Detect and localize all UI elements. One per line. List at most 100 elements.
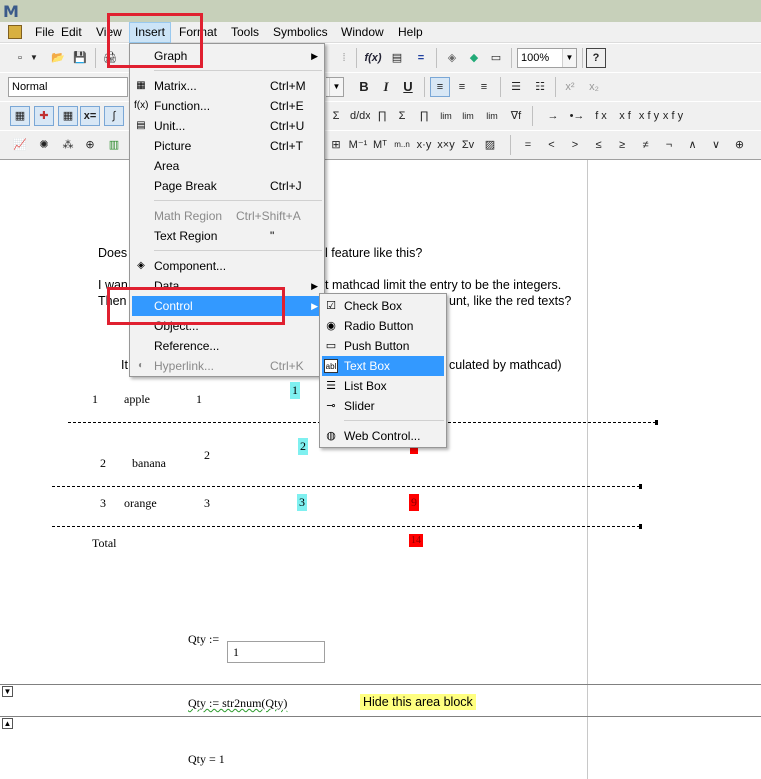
- menu-file[interactable]: File: [30, 22, 59, 43]
- calculate-icon[interactable]: =: [411, 48, 431, 68]
- help-icon[interactable]: ?: [586, 48, 606, 68]
- open-icon[interactable]: 📂: [48, 48, 68, 68]
- vector-field-icon[interactable]: ∇f: [506, 106, 526, 126]
- boolean-op-4[interactable]: ≥: [612, 135, 632, 155]
- zoom-select[interactable]: 100% ▼: [517, 48, 577, 68]
- range-var-icon[interactable]: m..n: [392, 135, 412, 155]
- menu-edit[interactable]: Edit: [56, 22, 87, 43]
- calculator-icon[interactable]: ▦: [10, 106, 30, 126]
- bold-button[interactable]: B: [354, 77, 374, 97]
- limit-right-icon[interactable]: lim: [458, 106, 478, 126]
- boolean-op-1[interactable]: <: [542, 135, 562, 155]
- italic-button[interactable]: I: [376, 77, 396, 97]
- menu-window[interactable]: Window: [336, 22, 389, 43]
- align-center-icon[interactable]: ≡: [452, 77, 472, 97]
- boolean-op-2[interactable]: >: [565, 135, 585, 155]
- resource-icon[interactable]: ◆: [464, 48, 484, 68]
- boolean-op-5[interactable]: ≠: [636, 135, 656, 155]
- window-icon[interactable]: ▭: [486, 48, 506, 68]
- control-item-text-box[interactable]: abl Text Box: [322, 356, 444, 376]
- symbolic-op-0[interactable]: →: [542, 106, 564, 126]
- symbolic-op-4[interactable]: x f y: [638, 106, 660, 126]
- matrix-op-icon[interactable]: ⊞: [326, 135, 346, 155]
- boolean-op-8[interactable]: ∨: [706, 135, 726, 155]
- insert-item-function[interactable]: f(x) Function... Ctrl+E: [132, 96, 322, 116]
- style-select[interactable]: Normal: [8, 77, 128, 97]
- insert-item-text-region[interactable]: Text Region ": [132, 226, 322, 246]
- matrix-inverse-icon[interactable]: M⁻¹: [348, 135, 368, 155]
- calculus-toolbar-icon[interactable]: ∫: [104, 106, 124, 126]
- evaluation-toolbar-icon[interactable]: x=: [80, 106, 100, 126]
- new-dropdown-icon[interactable]: ▼: [28, 48, 40, 68]
- underline-button[interactable]: U: [398, 77, 418, 97]
- align-left-icon[interactable]: ≡: [430, 77, 450, 97]
- insert-item-math-region[interactable]: Math Region Ctrl+Shift+A: [132, 206, 322, 226]
- component-icon[interactable]: ◈: [442, 48, 462, 68]
- cross-product-icon[interactable]: x×y: [436, 135, 456, 155]
- contour-plot-icon[interactable]: ⊕: [80, 135, 100, 155]
- bar-plot-icon[interactable]: ▥: [104, 135, 124, 155]
- boolean-op-0[interactable]: =: [518, 135, 538, 155]
- range-sum-icon[interactable]: Σ: [392, 106, 412, 126]
- product-icon[interactable]: ∏: [372, 106, 392, 126]
- symbolic-op-5[interactable]: x f y: [662, 106, 684, 126]
- surface-plot-icon[interactable]: ⁂: [58, 135, 78, 155]
- qty-text-box[interactable]: 1: [227, 641, 325, 663]
- total-value[interactable]: 14: [409, 534, 423, 547]
- matrix-toolbar-icon[interactable]: ▦: [58, 106, 78, 126]
- control-item-web-control[interactable]: ◍ Web Control...: [322, 426, 444, 446]
- insert-item-matrix[interactable]: ▦ Matrix... Ctrl+M: [132, 76, 322, 96]
- new-icon[interactable]: ▫: [10, 48, 30, 68]
- row-2-cyan-value[interactable]: 2: [298, 438, 308, 455]
- insert-item-area[interactable]: Area: [132, 156, 322, 176]
- menu-symbolics[interactable]: Symbolics: [268, 22, 333, 43]
- sigma-icon[interactable]: Σ: [326, 106, 346, 126]
- symbolic-op-1[interactable]: •→: [566, 106, 588, 126]
- boolean-op-3[interactable]: ≤: [589, 135, 609, 155]
- align-right-icon[interactable]: ≡: [474, 77, 494, 97]
- font-size-select[interactable]: ▼: [326, 77, 344, 97]
- insert-item-unit[interactable]: ▤ Unit... Ctrl+U: [132, 116, 322, 136]
- graph-toolbar-icon[interactable]: ✚: [34, 106, 54, 126]
- limit-icon[interactable]: lim: [436, 106, 456, 126]
- align-icon[interactable]: ⁞: [334, 48, 354, 68]
- insert-item-component[interactable]: ◈ Component...: [132, 256, 322, 276]
- control-item-slider[interactable]: ⊸ Slider: [322, 396, 444, 416]
- save-icon[interactable]: 💾: [70, 48, 90, 68]
- picture-icon[interactable]: ▨: [480, 135, 500, 155]
- symbolic-op-2[interactable]: f x: [590, 106, 612, 126]
- derivative-icon[interactable]: d/dx: [350, 106, 370, 126]
- limit-left-icon[interactable]: lim: [482, 106, 502, 126]
- insert-item-page-break[interactable]: Page Break Ctrl+J: [132, 176, 322, 196]
- numbering-icon[interactable]: ☷: [530, 77, 550, 97]
- row-1-cyan-value[interactable]: 1: [290, 382, 300, 399]
- row-3-cyan-value[interactable]: 3: [297, 494, 307, 511]
- bullets-icon[interactable]: ☰: [506, 77, 526, 97]
- worksheet[interactable]: Does l feature like this? I wan t mathca…: [0, 159, 761, 779]
- menu-tools[interactable]: Tools: [226, 22, 264, 43]
- control-item-push-button[interactable]: ▭ Push Button: [322, 336, 444, 356]
- dot-product-icon[interactable]: x·y: [414, 135, 434, 155]
- area-collapse-icon[interactable]: ▼: [2, 686, 13, 697]
- matrix-transpose-icon[interactable]: Mᵀ: [370, 135, 390, 155]
- symbolic-op-3[interactable]: x f: [614, 106, 636, 126]
- area-expand-icon[interactable]: ▲: [2, 718, 13, 729]
- polar-plot-icon[interactable]: ✺: [34, 135, 54, 155]
- boolean-op-9[interactable]: ⊕: [730, 135, 750, 155]
- insert-item-picture[interactable]: Picture Ctrl+T: [132, 136, 322, 156]
- vector-sum-icon[interactable]: Σv: [458, 135, 478, 155]
- control-item-check-box[interactable]: ☑ Check Box: [322, 296, 444, 316]
- insert-unit-icon[interactable]: ▤: [387, 48, 407, 68]
- graph-xy-icon[interactable]: 📈: [10, 135, 30, 155]
- boolean-op-7[interactable]: ∧: [683, 135, 703, 155]
- boolean-op-6[interactable]: ¬: [659, 135, 679, 155]
- subscript-button[interactable]: x₂: [584, 77, 604, 97]
- insert-item-hyperlink[interactable]: ◐ Hyperlink... Ctrl+K: [132, 356, 322, 376]
- superscript-button[interactable]: x²: [560, 77, 580, 97]
- control-item-radio-button[interactable]: ◉ Radio Button: [322, 316, 444, 336]
- insert-item-reference[interactable]: Reference...: [132, 336, 322, 356]
- range-product-icon[interactable]: ∏: [414, 106, 434, 126]
- row-3-red-value[interactable]: 9: [409, 494, 419, 511]
- insert-function-icon[interactable]: f(x): [363, 48, 383, 68]
- control-item-list-box[interactable]: ☰ List Box: [322, 376, 444, 396]
